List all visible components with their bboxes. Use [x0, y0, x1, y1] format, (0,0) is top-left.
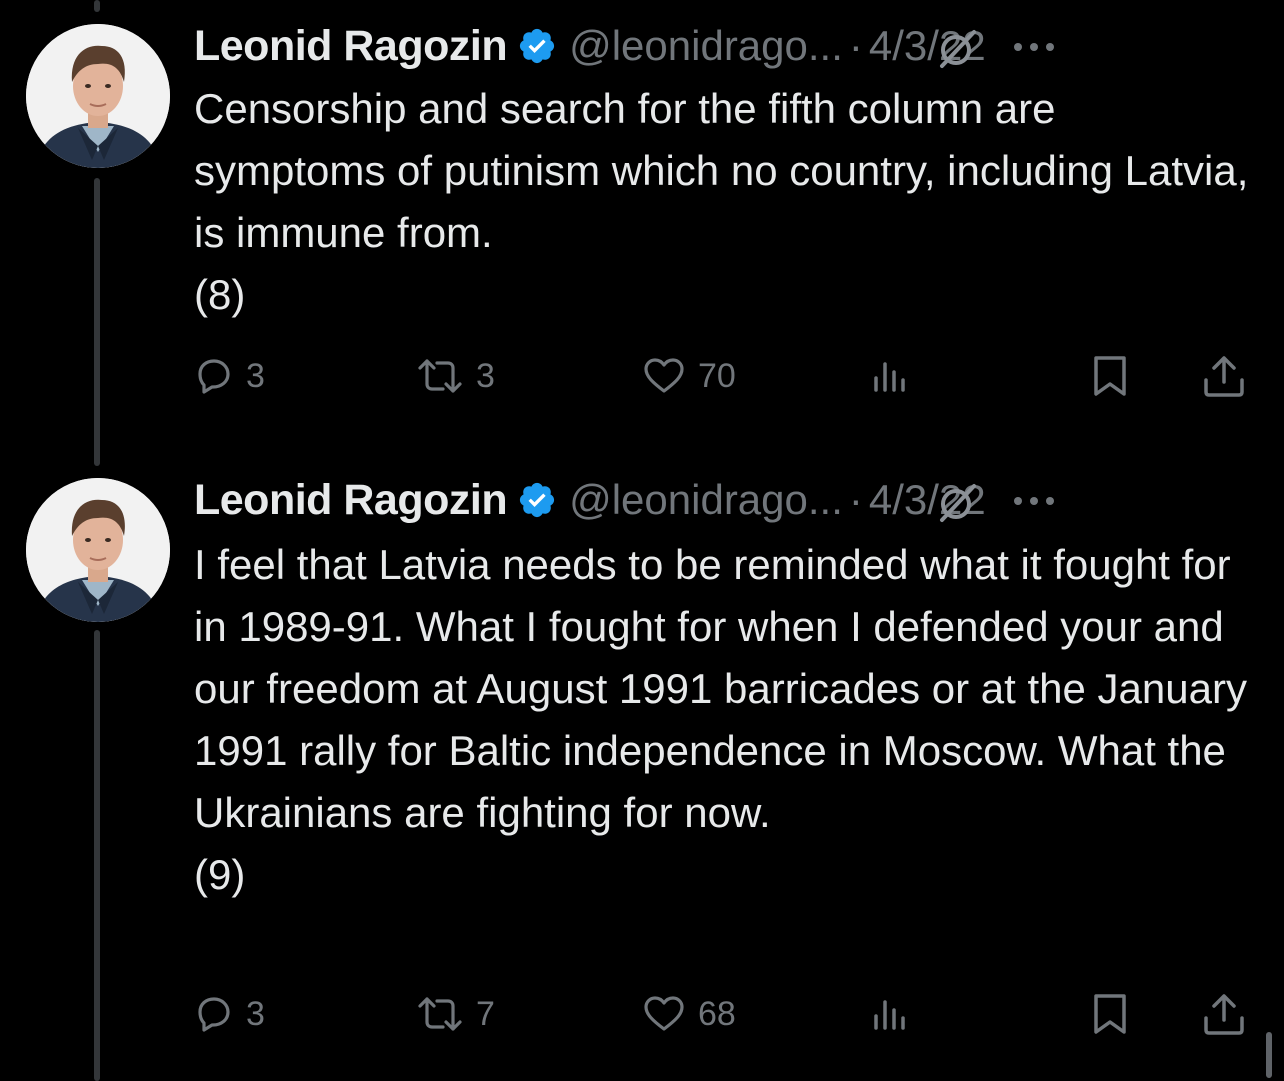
reply-count: 3	[246, 356, 265, 395]
thread-line-top	[94, 0, 100, 12]
views-icon	[874, 362, 905, 392]
retweet-button[interactable]: 3	[416, 346, 495, 406]
tweet[interactable]: Leonid Ragozin @leonidrago... · 4/3/22 C…	[0, 16, 1284, 436]
avatar-photo	[26, 478, 170, 622]
bookmark-button[interactable]	[1090, 984, 1130, 1044]
tweet-actions: 3 7 68	[194, 984, 1254, 1044]
views-button[interactable]	[870, 984, 910, 1044]
views-icon	[874, 1000, 905, 1030]
avatar[interactable]	[26, 24, 170, 168]
retweet-count: 7	[476, 994, 495, 1033]
retweet-button[interactable]: 7	[416, 984, 495, 1044]
more-icon[interactable]	[1012, 494, 1056, 506]
retweet-icon	[418, 359, 462, 393]
share-icon	[1204, 994, 1244, 1035]
verified-badge-icon	[517, 480, 557, 520]
tweet-actions: 3 3 70	[194, 346, 1254, 406]
more-icon[interactable]	[1012, 40, 1056, 52]
grok-icon[interactable]	[934, 480, 980, 526]
tweet-text: I feel that Latvia needs to be reminded …	[194, 534, 1254, 906]
retweet-icon	[418, 997, 462, 1031]
tweet-thread-number: (8)	[194, 271, 246, 318]
views-button[interactable]	[870, 346, 910, 406]
bookmark-icon	[1094, 356, 1126, 396]
like-button[interactable]: 68	[642, 984, 736, 1044]
bookmark-icon	[1094, 994, 1126, 1034]
like-count: 68	[698, 994, 736, 1033]
verified-badge-icon	[517, 26, 557, 66]
author-name[interactable]: Leonid Ragozin	[194, 22, 508, 71]
tweet[interactable]: Leonid Ragozin @leonidrago... · 4/3/22 I…	[0, 470, 1284, 1070]
tweet-text-paragraph: I feel that Latvia needs to be reminded …	[194, 541, 1247, 836]
tweet-text-paragraph: Censorship and search for the fifth colu…	[194, 85, 1249, 256]
like-count: 70	[698, 356, 736, 395]
reply-button[interactable]: 3	[194, 346, 265, 406]
bookmark-button[interactable]	[1090, 346, 1130, 406]
reply-count: 3	[246, 994, 265, 1033]
like-icon	[644, 358, 684, 393]
grok-icon[interactable]	[934, 26, 980, 72]
retweet-count: 3	[476, 356, 495, 395]
separator-dot: ·	[848, 22, 863, 69]
like-icon	[644, 996, 684, 1031]
reply-icon	[198, 359, 230, 394]
avatar-photo	[26, 24, 170, 168]
separator-dot: ·	[848, 476, 863, 523]
author-handle[interactable]: @leonidrago...	[569, 476, 843, 524]
author-handle[interactable]: @leonidrago...	[569, 22, 843, 70]
tweet-thread-number: (9)	[194, 851, 246, 898]
reply-icon	[198, 997, 230, 1032]
avatar[interactable]	[26, 478, 170, 622]
tweet-header: Leonid Ragozin @leonidrago... · 4/3/22	[194, 16, 1264, 76]
tweet-text: Censorship and search for the fifth colu…	[194, 78, 1254, 326]
tweet-header: Leonid Ragozin @leonidrago... · 4/3/22	[194, 470, 1264, 530]
share-icon	[1204, 356, 1244, 397]
scrollbar[interactable]	[1266, 1032, 1272, 1078]
reply-button[interactable]: 3	[194, 984, 265, 1044]
like-button[interactable]: 70	[642, 346, 736, 406]
share-button[interactable]	[1202, 984, 1246, 1044]
author-name[interactable]: Leonid Ragozin	[194, 476, 508, 525]
share-button[interactable]	[1202, 346, 1246, 406]
